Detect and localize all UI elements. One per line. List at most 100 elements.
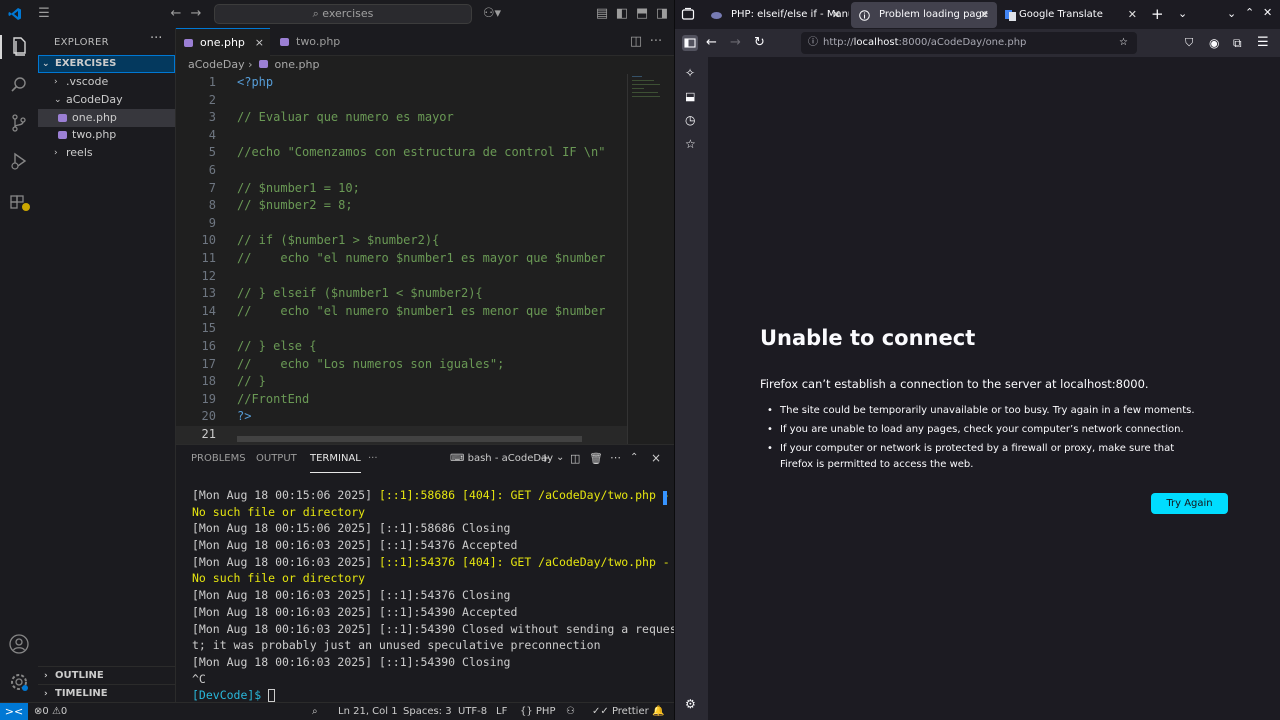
- ai-chatbot-icon[interactable]: ✧: [685, 66, 695, 80]
- panel-more-button[interactable]: ···: [368, 453, 378, 473]
- maximize-panel-icon[interactable]: ⌃: [630, 452, 638, 463]
- tab-list-icon[interactable]: [681, 7, 695, 21]
- tree-item-two-php[interactable]: two.php: [38, 126, 175, 144]
- code-line[interactable]: 20 ?>: [176, 408, 628, 426]
- source-control-icon[interactable]: [7, 111, 31, 135]
- encoding[interactable]: UTF-8: [458, 703, 487, 720]
- run-debug-icon[interactable]: [7, 149, 31, 173]
- tree-root-exercises[interactable]: ⌄ EXERCISES: [38, 55, 175, 73]
- copilot-icon[interactable]: ⚇▾: [480, 6, 504, 22]
- language-mode[interactable]: {} PHP: [520, 703, 556, 720]
- timeline-section[interactable]: › TIMELINE: [38, 684, 175, 702]
- customize-sidebar-gear-icon[interactable]: ⚙: [685, 697, 696, 711]
- outline-section[interactable]: › OUTLINE: [38, 666, 175, 684]
- tree-item-vscode[interactable]: › .vscode: [38, 73, 175, 91]
- code-line[interactable]: 8 // $number2 = 8;: [176, 197, 628, 215]
- settings-gear-icon[interactable]: [7, 670, 31, 694]
- tree-item-acodeday[interactable]: ⌄ aCodeDay: [38, 91, 175, 109]
- breadcrumb-folder[interactable]: aCodeDay: [188, 58, 245, 71]
- more-actions-icon[interactable]: ···: [648, 34, 664, 50]
- code-line[interactable]: 9: [176, 215, 628, 233]
- sidebar-toggle-icon[interactable]: [682, 35, 698, 51]
- firefox-tab-php-manual[interactable]: PHP: elseif/else if - Manual ✕: [703, 2, 849, 28]
- extensions-icon[interactable]: [7, 187, 31, 211]
- close-icon[interactable]: ×: [255, 29, 264, 57]
- search-icon[interactable]: [7, 73, 31, 97]
- tab-one-php[interactable]: one.php ×: [176, 28, 270, 56]
- menu-icon[interactable]: ☰: [36, 6, 52, 22]
- trash-icon[interactable]: 🗑: [589, 452, 603, 465]
- code-line[interactable]: 1 <?php: [176, 74, 628, 92]
- code-line[interactable]: 4: [176, 127, 628, 145]
- pocket-icon[interactable]: ⛉: [1185, 35, 1201, 51]
- indentation[interactable]: Spaces: 3: [403, 703, 452, 720]
- code-line[interactable]: 11 // echo "el numero $number1 es mayor q…: [176, 250, 628, 268]
- terminal-selector[interactable]: ⌨ bash - aCodeDay: [450, 453, 553, 464]
- tree-item-one-php[interactable]: one.php: [38, 109, 175, 127]
- terminal-scrollbar[interactable]: [663, 491, 667, 505]
- close-icon[interactable]: ✕: [1128, 2, 1137, 28]
- code-line[interactable]: 17 // echo "Los numeros son iguales";: [176, 356, 628, 374]
- close-panel-icon[interactable]: ×: [651, 451, 661, 465]
- code-line[interactable]: 18 // }: [176, 373, 628, 391]
- explorer-icon[interactable]: [0, 35, 31, 59]
- problems-status[interactable]: ⊗0 ⚠0: [34, 703, 67, 720]
- breadcrumb-file[interactable]: one.php: [275, 58, 320, 71]
- toggle-sidebar-icon[interactable]: ◧: [614, 6, 630, 22]
- tab-two-php[interactable]: two.php: [272, 28, 362, 56]
- code-line[interactable]: 5 //echo "Comenzamos con estructura de co…: [176, 144, 628, 162]
- extensions-puzzle-icon[interactable]: ⧉: [1233, 35, 1249, 51]
- code-line[interactable]: 3 // Evaluar que numero es mayor: [176, 109, 628, 127]
- synced-tabs-icon[interactable]: ⬓: [685, 90, 695, 103]
- bookmarks-star-icon[interactable]: ☆: [685, 137, 696, 151]
- chevron-down-icon[interactable]: ⌄: [556, 452, 564, 463]
- bookmark-star-icon[interactable]: ☆: [1119, 32, 1128, 54]
- back-arrow-icon[interactable]: ←: [168, 6, 184, 22]
- try-again-button[interactable]: Try Again: [1151, 493, 1228, 514]
- close-icon[interactable]: ✕: [832, 2, 841, 28]
- accounts-icon[interactable]: [7, 632, 31, 656]
- app-menu-icon[interactable]: ☰: [1257, 35, 1273, 51]
- tab-terminal[interactable]: TERMINAL: [310, 453, 361, 473]
- forward-arrow-icon[interactable]: →: [730, 35, 746, 51]
- code-line[interactable]: 13 // } elseif ($number1 < $number2){: [176, 285, 628, 303]
- copilot-status-icon[interactable]: ⚇: [566, 703, 575, 720]
- code-line[interactable]: 15: [176, 320, 628, 338]
- page-info-icon[interactable]: ⓘ: [808, 32, 818, 54]
- minimap[interactable]: [632, 74, 662, 104]
- firefox-tab-problem-loading[interactable]: Problem loading page ✕: [851, 2, 997, 28]
- close-icon[interactable]: ✕: [980, 2, 989, 28]
- tree-item-reels[interactable]: › reels: [38, 144, 175, 162]
- code-line[interactable]: 19 //FrontEnd: [176, 391, 628, 409]
- minimize-icon[interactable]: ⌄: [1227, 7, 1236, 20]
- back-arrow-icon[interactable]: ←: [706, 35, 722, 51]
- account-icon[interactable]: ◉: [1209, 35, 1225, 51]
- notifications-bell-icon[interactable]: 🔔: [652, 703, 664, 720]
- cursor-position[interactable]: Ln 21, Col 1: [338, 703, 398, 720]
- customize-layout-icon[interactable]: ▤: [594, 6, 610, 22]
- eol[interactable]: LF: [496, 703, 507, 720]
- history-clock-icon[interactable]: ◷: [685, 113, 695, 127]
- forward-arrow-icon[interactable]: →: [188, 6, 204, 22]
- reload-icon[interactable]: ↻: [754, 35, 770, 51]
- split-terminal-icon[interactable]: ◫: [570, 452, 580, 465]
- terminal-output[interactable]: [Mon Aug 18 00:15:06 2025] [::1]:58686 […: [192, 487, 677, 704]
- panel-more-icon[interactable]: ⋯: [610, 451, 621, 464]
- tab-output[interactable]: OUTPUT: [256, 453, 297, 473]
- code-line[interactable]: 16 // } else {: [176, 338, 628, 356]
- code-line[interactable]: 12: [176, 268, 628, 286]
- remote-indicator[interactable]: ><: [0, 703, 28, 720]
- maximize-icon[interactable]: ⌃: [1245, 6, 1254, 19]
- new-terminal-icon[interactable]: +: [540, 451, 550, 465]
- firefox-tab-google-translate[interactable]: Google Translate ✕: [999, 2, 1145, 28]
- tab-overflow-chevron-icon[interactable]: ⌄: [1178, 7, 1187, 20]
- close-window-icon[interactable]: ✕: [1263, 6, 1272, 19]
- command-center-search[interactable]: ⌕ exercises: [214, 4, 472, 24]
- prettier-status[interactable]: ✓✓ Prettier: [592, 703, 649, 720]
- new-tab-icon[interactable]: +: [1151, 5, 1164, 23]
- horizontal-scrollbar[interactable]: [237, 436, 582, 442]
- url-bar[interactable]: ⓘ http://localhost:8000/aCodeDay/one.php…: [801, 32, 1137, 54]
- toggle-panel-icon[interactable]: ⬒: [634, 6, 650, 22]
- code-line[interactable]: 7 // $number1 = 10;: [176, 180, 628, 198]
- code-editor[interactable]: 1 <?php 2 3 // Evaluar que numero es mayor 4 5…: [176, 74, 674, 444]
